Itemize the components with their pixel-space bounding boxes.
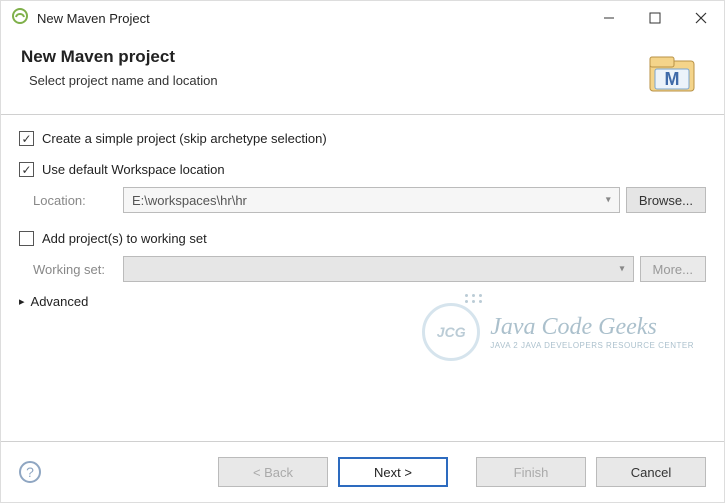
- advanced-label: Advanced: [31, 294, 89, 309]
- next-button[interactable]: Next >: [338, 457, 448, 487]
- browse-button[interactable]: Browse...: [626, 187, 706, 213]
- location-row: Location: E:\workspaces\hr\hr ▾ Browse..…: [33, 187, 706, 213]
- working-set-combobox: ▾: [123, 256, 634, 282]
- watermark-main: Java Code Geeks: [490, 314, 694, 341]
- triangle-right-icon: ▸: [19, 295, 25, 308]
- wizard-window: New Maven Project New Maven project Sele…: [0, 0, 725, 503]
- minimize-button[interactable]: [586, 1, 632, 35]
- banner-heading: New Maven project: [21, 47, 218, 67]
- watermark-tagline: Java 2 Java Developers Resource Center: [490, 341, 694, 350]
- close-button[interactable]: [678, 1, 724, 35]
- location-combobox[interactable]: E:\workspaces\hr\hr ▾: [123, 187, 620, 213]
- working-set-label: Working set:: [33, 262, 123, 277]
- simple-project-checkbox[interactable]: ✓: [19, 131, 34, 146]
- chevron-down-icon: ▾: [606, 195, 611, 206]
- default-workspace-row: ✓ Use default Workspace location: [19, 162, 706, 177]
- default-workspace-label: Use default Workspace location: [42, 162, 225, 177]
- chevron-down-icon: ▾: [620, 264, 625, 275]
- window-title: New Maven Project: [37, 11, 586, 26]
- location-label: Location:: [33, 193, 123, 208]
- working-set-checkbox-label: Add project(s) to working set: [42, 231, 207, 246]
- window-controls: [586, 1, 724, 35]
- working-set-row: Add project(s) to working set: [19, 231, 706, 246]
- app-icon: [11, 7, 29, 30]
- svg-text:M: M: [665, 69, 680, 89]
- watermark: JCG Java Code Geeks Java 2 Java Develope…: [422, 303, 694, 361]
- bottom-bar: ? < Back Next > Finish Cancel: [1, 442, 724, 502]
- content-area: ✓ Create a simple project (skip archetyp…: [1, 115, 724, 441]
- titlebar: New Maven Project: [1, 1, 724, 35]
- finish-button: Finish: [476, 457, 586, 487]
- more-button: More...: [640, 256, 706, 282]
- simple-project-row: ✓ Create a simple project (skip archetyp…: [19, 131, 706, 146]
- watermark-logo: JCG: [422, 303, 480, 361]
- default-workspace-checkbox[interactable]: ✓: [19, 162, 34, 177]
- location-value: E:\workspaces\hr\hr: [132, 193, 247, 208]
- back-button: < Back: [218, 457, 328, 487]
- working-set-select-row: Working set: ▾ More...: [33, 256, 706, 282]
- maximize-button[interactable]: [632, 1, 678, 35]
- simple-project-label: Create a simple project (skip archetype …: [42, 131, 327, 146]
- help-icon[interactable]: ?: [19, 461, 41, 483]
- maven-icon: M: [646, 51, 698, 100]
- working-set-checkbox[interactable]: [19, 231, 34, 246]
- cancel-button[interactable]: Cancel: [596, 457, 706, 487]
- banner: New Maven project Select project name an…: [1, 35, 724, 115]
- banner-subtitle: Select project name and location: [29, 73, 218, 88]
